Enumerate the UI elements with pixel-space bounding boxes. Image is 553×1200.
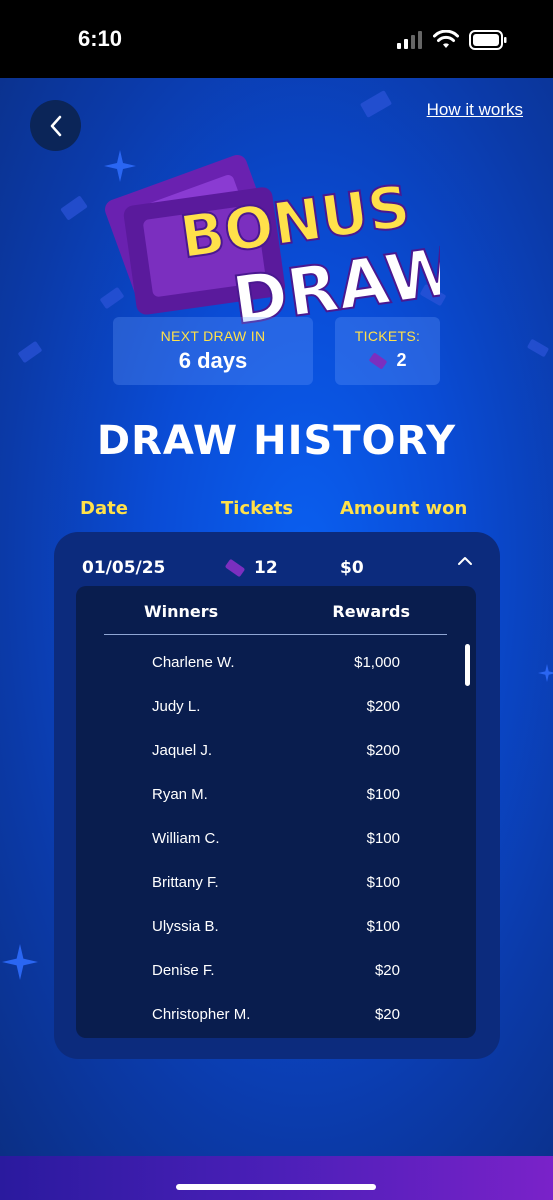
bonus-draw-logo: BONUS DRAW bbox=[104, 154, 440, 326]
ticket-icon bbox=[225, 559, 245, 577]
winner-row: William C. $100 bbox=[76, 828, 476, 872]
status-icons bbox=[397, 30, 507, 50]
winner-name: William C. bbox=[152, 830, 220, 847]
tickets-value: 2 bbox=[335, 350, 440, 371]
sparkle-icon bbox=[538, 664, 553, 682]
tickets-label: TICKETS: bbox=[354, 328, 421, 344]
sparkle-icon bbox=[2, 944, 38, 980]
ticket-icon bbox=[369, 352, 388, 369]
winner-row: Judy L. $200 bbox=[76, 696, 476, 740]
chevron-left-icon bbox=[50, 115, 61, 136]
bonus-draw-screen: How it works BONUS DRAW NEXT DRAW IN 6 d… bbox=[0, 78, 553, 1156]
winner-reward: $100 bbox=[366, 786, 400, 803]
winner-row: Denise F. $20 bbox=[76, 960, 476, 1004]
winner-name: Denise F. bbox=[152, 962, 215, 979]
back-button[interactable] bbox=[30, 100, 81, 151]
draw-history-title: DRAW HISTORY bbox=[96, 418, 457, 464]
next-draw-value: 6 days bbox=[113, 348, 313, 374]
entry-amount: $0 bbox=[340, 558, 364, 578]
how-it-works-link[interactable]: How it works bbox=[427, 100, 523, 120]
winner-name: Brittany F. bbox=[152, 874, 219, 891]
winner-name: Ryan M. bbox=[152, 786, 208, 803]
winners-divider bbox=[104, 634, 447, 635]
winner-reward: $200 bbox=[366, 698, 400, 715]
winner-row: Charlene W. $1,000 bbox=[76, 652, 476, 696]
next-draw-label: NEXT DRAW IN bbox=[160, 328, 266, 344]
column-header-tickets: Tickets bbox=[221, 498, 294, 519]
entry-tickets: 12 bbox=[224, 558, 278, 578]
entry-tickets-count: 12 bbox=[254, 558, 278, 578]
winner-name: Charlene W. bbox=[152, 654, 235, 671]
column-header-date: Date bbox=[80, 498, 128, 519]
winner-row: Ulyssia B. $100 bbox=[76, 916, 476, 960]
winner-row: Christopher M. $20 bbox=[76, 1004, 476, 1038]
chevron-up-icon[interactable] bbox=[456, 554, 474, 568]
status-time: 6:10 bbox=[78, 26, 123, 51]
rewards-header: Rewards bbox=[332, 602, 410, 621]
winner-reward: $100 bbox=[366, 830, 400, 847]
winners-list: Charlene W. $1,000 Judy L. $200 Jaquel J… bbox=[76, 652, 476, 1038]
entry-date: 01/05/25 bbox=[82, 558, 166, 578]
winner-name: Judy L. bbox=[152, 698, 201, 715]
draw-history-entry: 01/05/25 12 $0 Winners Rewards Charlene … bbox=[54, 532, 500, 1059]
winner-name: Christopher M. bbox=[152, 1006, 251, 1023]
column-header-amount: Amount won bbox=[340, 498, 468, 519]
winner-reward: $100 bbox=[366, 918, 400, 935]
bottom-bar bbox=[0, 1156, 553, 1200]
winner-row: Brittany F. $100 bbox=[76, 872, 476, 916]
winner-name: Jaquel J. bbox=[152, 742, 213, 759]
battery-icon bbox=[469, 30, 507, 50]
winner-reward: $100 bbox=[366, 874, 400, 891]
winners-header: Winners bbox=[144, 602, 219, 621]
winner-name: Ulyssia B. bbox=[152, 918, 219, 935]
winner-reward: $200 bbox=[366, 742, 400, 759]
winner-reward: $1,000 bbox=[354, 654, 400, 671]
winners-scrollbar[interactable] bbox=[465, 644, 470, 686]
wifi-icon bbox=[433, 30, 459, 48]
tickets-count: 2 bbox=[396, 350, 407, 370]
home-indicator[interactable] bbox=[176, 1184, 376, 1190]
tickets-box: TICKETS: 2 bbox=[335, 317, 440, 385]
next-draw-box: NEXT DRAW IN 6 days bbox=[113, 317, 313, 385]
winner-row: Ryan M. $100 bbox=[76, 784, 476, 828]
winners-panel[interactable]: Winners Rewards Charlene W. $1,000 Judy … bbox=[76, 586, 476, 1038]
ticket-decoration-icon bbox=[60, 196, 88, 220]
ticket-decoration-icon bbox=[527, 339, 549, 357]
signal-icon bbox=[397, 31, 422, 49]
winner-reward: $20 bbox=[374, 1006, 400, 1023]
next-draw-value-text: 6 days bbox=[178, 348, 248, 373]
status-bar: 6:10 bbox=[0, 0, 553, 78]
ticket-decoration-icon bbox=[18, 341, 42, 363]
winner-reward: $20 bbox=[374, 962, 400, 979]
winner-row: Jaquel J. $200 bbox=[76, 740, 476, 784]
ticket-decoration-icon bbox=[360, 90, 392, 118]
